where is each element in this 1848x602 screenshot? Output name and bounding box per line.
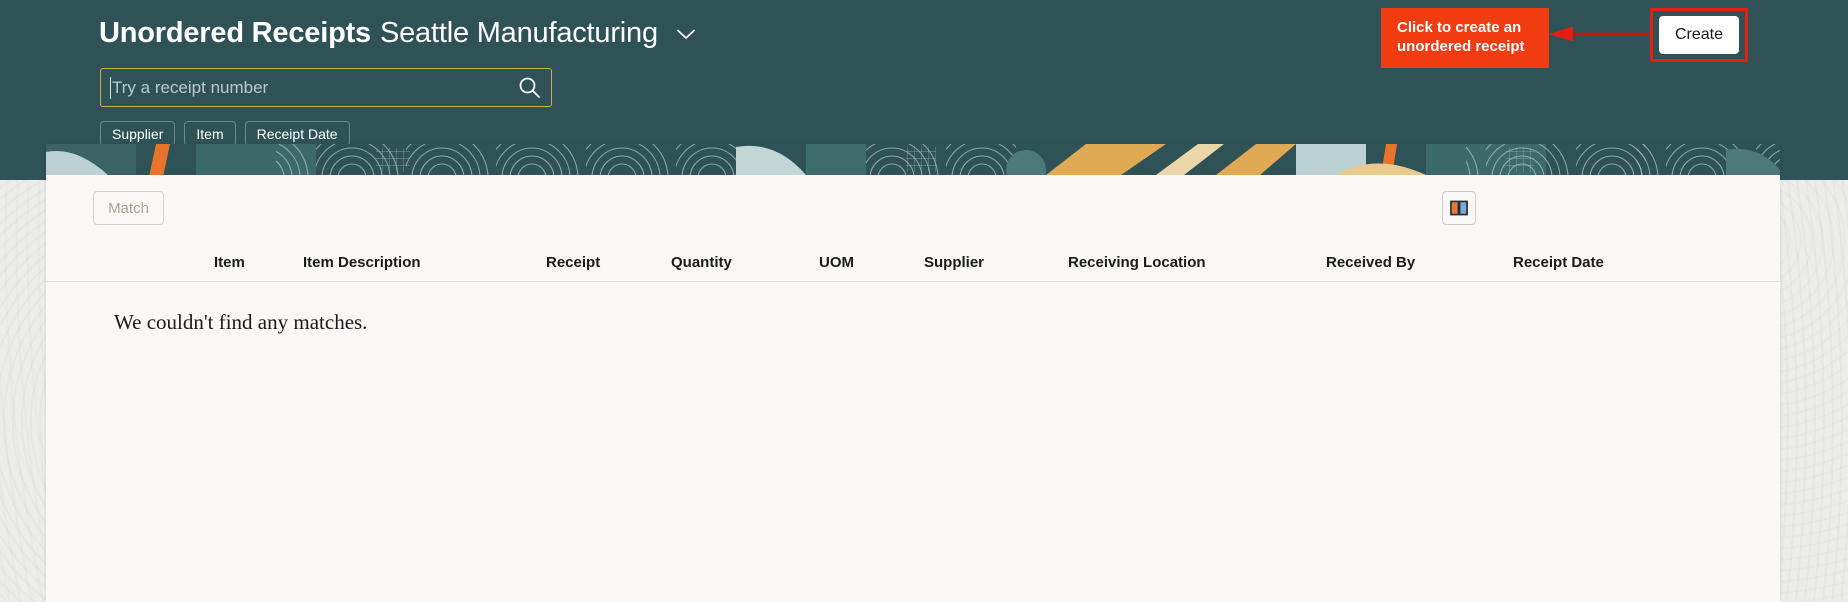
filter-chip-receipt-date[interactable]: Receipt Date	[244, 121, 350, 146]
column-header-receiving-location[interactable]: Receiving Location	[1068, 243, 1206, 282]
chevron-down-icon[interactable]	[676, 28, 696, 46]
annotation-line-2: unordered receipt	[1397, 38, 1525, 56]
annotation-line-1: Click to create an	[1397, 19, 1522, 36]
text-caret	[110, 77, 111, 99]
column-header-supplier[interactable]: Supplier	[924, 243, 984, 282]
table-toolbar: Match	[46, 175, 1780, 243]
filter-chip-supplier[interactable]: Supplier	[100, 121, 176, 146]
search-icon[interactable]	[507, 69, 551, 106]
annotation-callout: Click to create an unordered receipt	[1381, 8, 1549, 68]
filter-chip-item[interactable]: Item	[184, 121, 236, 146]
create-button[interactable]: Create	[1659, 16, 1739, 54]
column-header-receipt-date[interactable]: Receipt Date	[1513, 243, 1604, 282]
column-header-quantity[interactable]: Quantity	[671, 243, 732, 282]
filter-chip-group: Supplier Item Receipt Date	[100, 121, 350, 146]
search-box[interactable]	[100, 68, 552, 107]
search-input[interactable]	[101, 69, 507, 106]
left-arrow-icon	[1549, 26, 1651, 42]
match-button[interactable]: Match	[93, 191, 164, 225]
page-title-primary: Unordered Receipts	[99, 17, 371, 49]
page-title-secondary: Seattle Manufacturing	[379, 17, 658, 49]
column-header-item[interactable]: Item	[214, 243, 245, 282]
column-header-item-description[interactable]: Item Description	[303, 243, 421, 282]
empty-state-message: We couldn't find any matches.	[114, 309, 368, 334]
column-settings-icon[interactable]	[1442, 191, 1476, 225]
column-header-uom[interactable]: UOM	[819, 243, 854, 282]
page-title: Unordered Receipts Seattle Manufacturing	[99, 17, 696, 50]
table-header-row: Item Item Description Receipt Quantity U…	[46, 243, 1780, 282]
column-header-received-by[interactable]: Received By	[1326, 243, 1415, 282]
column-header-receipt[interactable]: Receipt	[546, 243, 600, 282]
table-empty-state: We couldn't find any matches.	[46, 282, 1780, 362]
decorative-banner	[46, 144, 1780, 175]
content-card: Match Item Item Description Receipt Quan…	[46, 144, 1780, 602]
